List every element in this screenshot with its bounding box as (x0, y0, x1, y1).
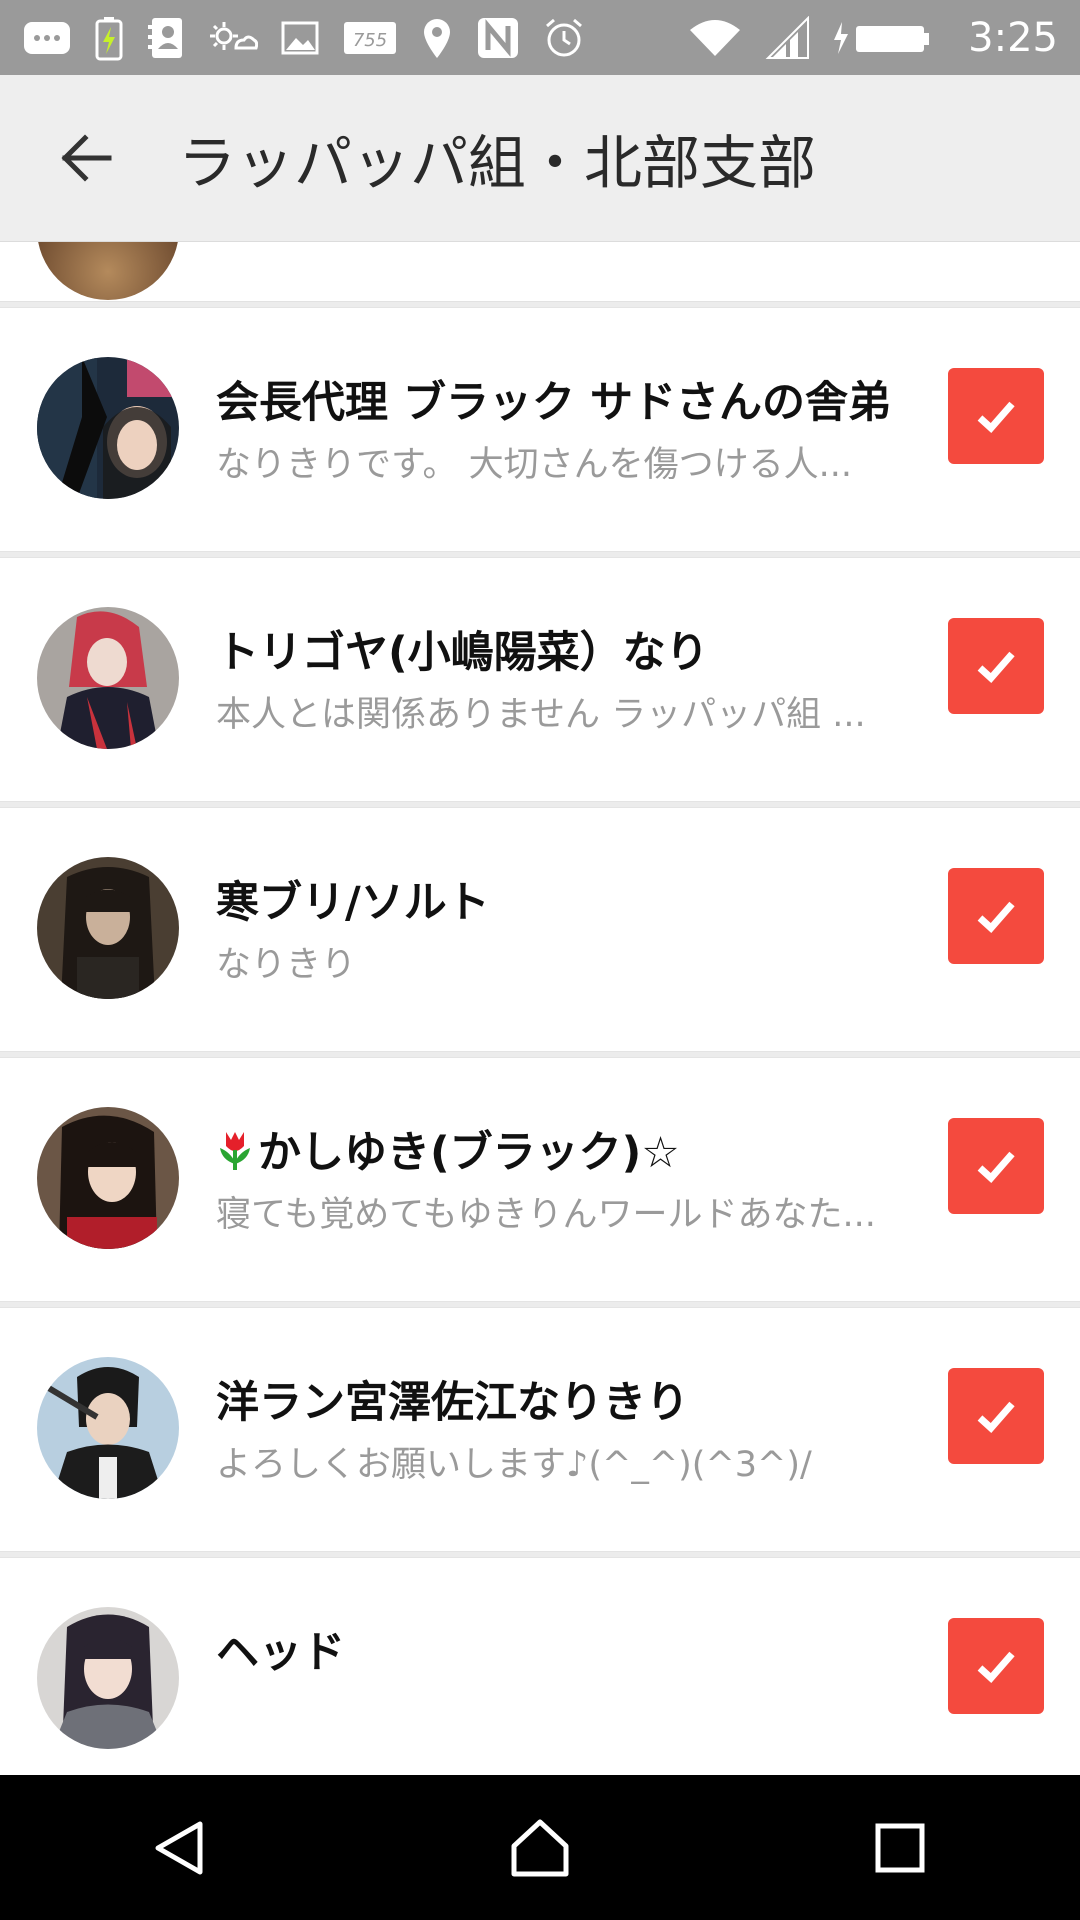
avatar (37, 357, 179, 499)
weather-icon (208, 14, 258, 62)
tulip-icon (216, 1128, 254, 1183)
checkmark-icon (977, 901, 1015, 933)
message-icon (22, 14, 72, 62)
list-item-partial[interactable] (0, 242, 1080, 302)
member-checkbox[interactable] (948, 1618, 1044, 1714)
member-name-text: かしゆき(ブラック)☆ (258, 1128, 680, 1178)
status-clock: 3:25 (968, 14, 1058, 61)
list-item[interactable]: かしゆき(ブラック)☆ 寝ても覚めてもゆきりんワールドあなた... (0, 1057, 1080, 1302)
wifi-icon (688, 14, 742, 62)
nfc-icon (476, 14, 520, 62)
back-button[interactable] (40, 113, 130, 203)
member-description: 寝ても覚めてもゆきりんワールドあなた... (216, 1195, 876, 1235)
member-list[interactable]: 会長代理 ブラック サドさんの舎弟 なりきりです。 大切さんを傷つける人... … (0, 242, 1080, 1775)
avatar (37, 857, 179, 999)
avatar (37, 1107, 179, 1249)
signal-icon (764, 14, 810, 62)
member-name: 会長代理 ブラック サドさんの舎弟 (216, 378, 891, 428)
member-name: 洋ラン宮澤佐江なりきり (216, 1378, 689, 1428)
member-name: トリゴヤ(小嶋陽菜）なり (216, 628, 709, 678)
member-description: 本人とは関係ありません ラッパッパ組 ... (216, 695, 866, 735)
avatar (37, 242, 179, 300)
checkmark-icon (977, 1651, 1015, 1683)
nav-back-button[interactable] (120, 1788, 240, 1908)
member-name: ヘッド (216, 1628, 345, 1678)
contacts-icon (146, 14, 186, 62)
nav-recents-button[interactable] (840, 1788, 960, 1908)
checkmark-icon (977, 1401, 1015, 1433)
member-description: なりきりです。 大切さんを傷つける人... (216, 445, 853, 485)
recents-icon (875, 1823, 925, 1872)
battery-charging-icon (94, 14, 124, 62)
list-item[interactable]: トリゴヤ(小嶋陽菜）なり 本人とは関係ありません ラッパッパ組 ... (0, 557, 1080, 802)
navigation-bar (0, 1775, 1080, 1920)
list-item[interactable]: ヘッド (0, 1557, 1080, 1775)
carrier-icon: 755 (342, 14, 398, 62)
member-name: 寒ブリ/ソルト (216, 878, 490, 928)
member-description: よろしくお願いします♪(^_^)(^3^)/ (216, 1445, 812, 1485)
back-triangle-icon (155, 1821, 203, 1874)
member-description: なりきり (216, 945, 357, 985)
member-checkbox[interactable] (948, 868, 1044, 964)
member-checkbox[interactable] (948, 618, 1044, 714)
list-item[interactable]: 寒ブリ/ソルト なりきり (0, 807, 1080, 1052)
page-title: ラッパッパ組・北部支部 (178, 129, 817, 197)
location-icon (420, 14, 454, 62)
home-icon (511, 1819, 569, 1876)
nav-home-button[interactable] (480, 1788, 600, 1908)
arrow-left-icon (61, 134, 112, 182)
checkmark-icon (977, 1151, 1015, 1183)
member-checkbox[interactable] (948, 1368, 1044, 1464)
app-bar: ラッパッパ組・北部支部 (0, 75, 1080, 242)
alarm-icon (542, 14, 586, 62)
checkmark-icon (977, 401, 1015, 433)
member-name: かしゆき(ブラック)☆ (216, 1118, 906, 1183)
avatar (37, 607, 179, 749)
list-item[interactable]: 洋ラン宮澤佐江なりきり よろしくお願いします♪(^_^)(^3^)/ (0, 1307, 1080, 1552)
status-bar: 755 3:25 (0, 0, 1080, 75)
battery-icon (832, 14, 932, 62)
member-checkbox[interactable] (948, 368, 1044, 464)
avatar (37, 1607, 179, 1749)
list-item[interactable]: 会長代理 ブラック サドさんの舎弟 なりきりです。 大切さんを傷つける人... (0, 307, 1080, 552)
member-checkbox[interactable] (948, 1118, 1044, 1214)
avatar (37, 1357, 179, 1499)
checkmark-icon (977, 651, 1015, 683)
carrier-badge-text: 755 (353, 30, 387, 51)
image-icon (280, 14, 320, 62)
